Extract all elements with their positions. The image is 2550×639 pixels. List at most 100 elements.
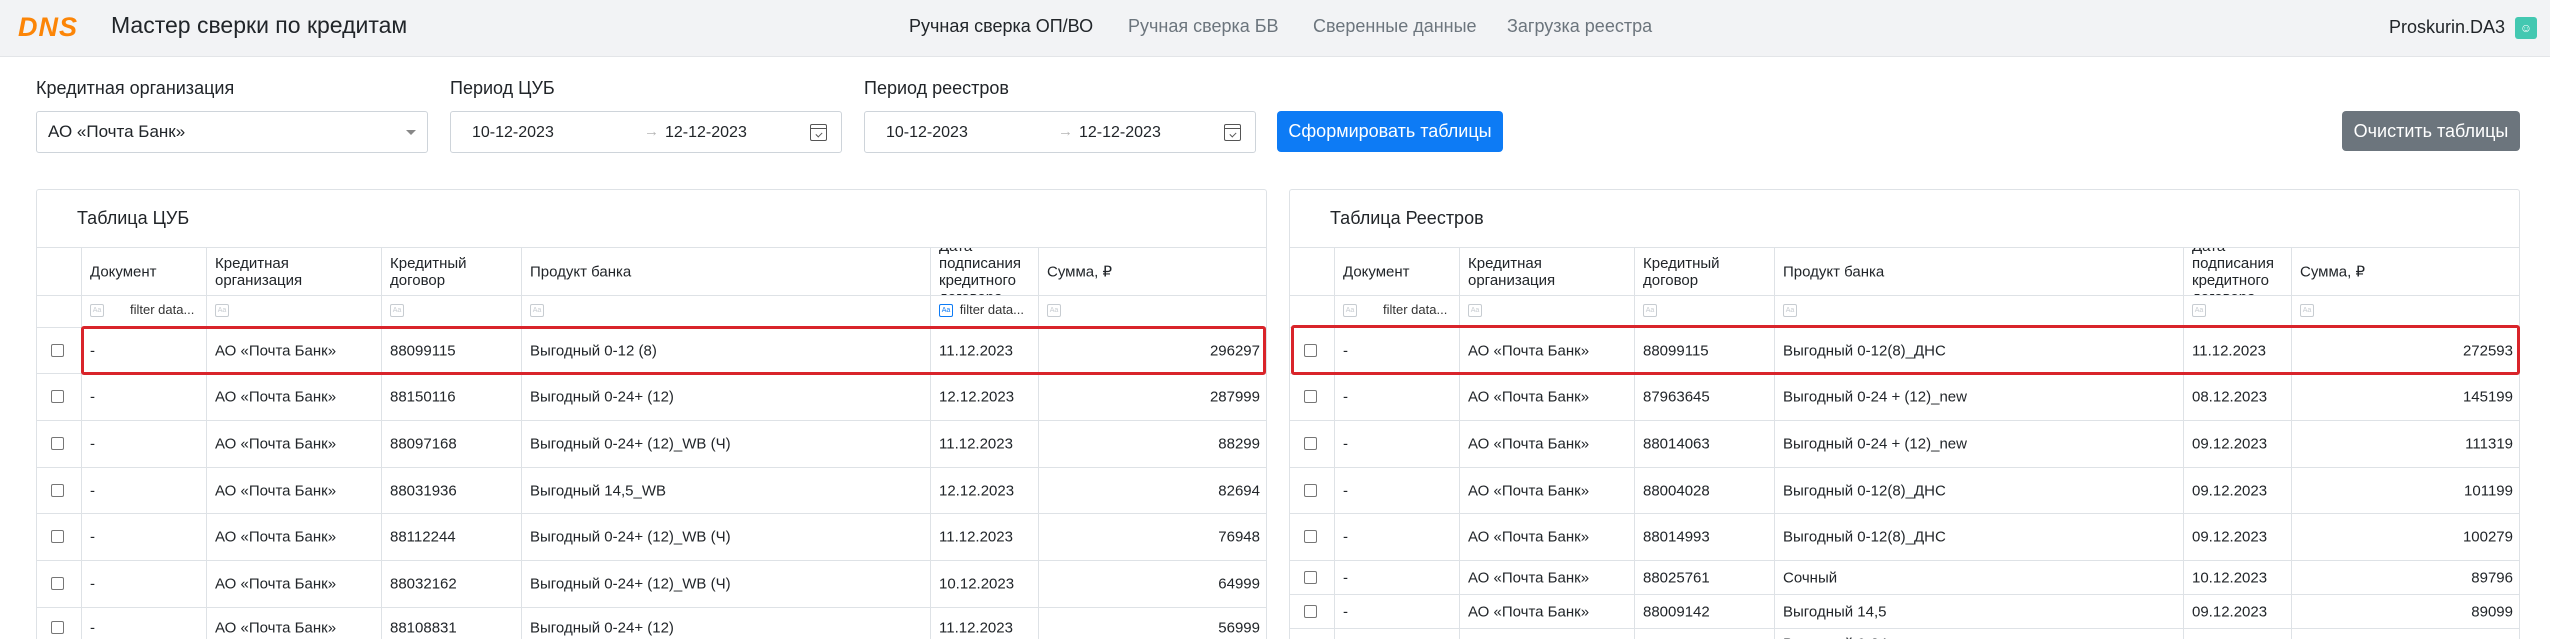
row-checkbox[interactable] [1304, 343, 1317, 357]
column-header[interactable]: Документ [1334, 248, 1459, 295]
filter-icon[interactable]: Aa [1783, 304, 1797, 317]
table-row[interactable]: - АО «Почта Банк» 87963645 Выгодный 0-24 + … [1290, 373, 2519, 420]
column-filter[interactable]: Aa [381, 296, 521, 327]
row-select-cell[interactable] [1290, 328, 1334, 373]
filter-placeholder[interactable]: filter data... [960, 302, 1024, 317]
cub-date-from[interactable]: 10-12-2023 [472, 124, 554, 142]
user-name[interactable]: Proskurin.DA3 [2389, 17, 2505, 38]
nav-upload-registry[interactable]: Загрузка реестра [1507, 16, 1652, 37]
column-header[interactable]: Кредитная организация [1459, 248, 1634, 295]
row-select-cell[interactable] [37, 374, 81, 420]
row-checkbox[interactable] [1304, 390, 1317, 403]
table-row[interactable]: - АО «Почта Банк» 88025761 Сочный 10.12.2023… [1290, 560, 2519, 594]
filter-icon[interactable]: Aa [1343, 304, 1357, 317]
table-row[interactable]: - АО «Почта Банк» 88099115 Выгодный 0-12(8)… [1290, 327, 2519, 373]
column-header[interactable]: Кредитный договор [381, 248, 521, 295]
filter-icon[interactable]: Aa [215, 304, 229, 317]
column-header[interactable]: Кредитный договор [1634, 248, 1774, 295]
filter-icon[interactable]: Aa [2300, 304, 2314, 317]
build-tables-button[interactable]: Сформировать таблицы [1277, 111, 1503, 152]
column-filter[interactable]: Aa filter data... [81, 296, 206, 327]
table-row[interactable]: - АО «Почта Банк» 88097168 Выгодный 0-24+ (… [37, 420, 1266, 467]
row-checkbox[interactable] [51, 577, 64, 590]
column-header[interactable]: Продукт банка [1774, 248, 2183, 295]
column-filter[interactable]: Aa [1774, 296, 2183, 327]
filter-placeholder[interactable]: filter data... [130, 302, 194, 317]
row-select-cell[interactable] [37, 328, 81, 373]
filter-icon[interactable]: Aa [939, 304, 953, 317]
row-select-cell[interactable] [37, 561, 81, 607]
filter-icon[interactable]: Aa [2192, 304, 2206, 317]
user-icon[interactable]: ☺ [2515, 17, 2537, 39]
row-checkbox[interactable] [51, 483, 64, 497]
nav-manual-bv[interactable]: Ручная сверка БВ [1128, 16, 1279, 37]
calendar-icon[interactable] [810, 124, 827, 141]
registry-date-to[interactable]: 12-12-2023 [1079, 124, 1161, 142]
column-filter[interactable]: Aa filter data... [930, 296, 1038, 327]
row-select-cell[interactable] [1290, 421, 1334, 467]
table-row[interactable]: - АО «Почта Банк» 88150116 Выгодный 0-24+ (… [37, 373, 1266, 420]
row-select-cell[interactable] [37, 421, 81, 467]
row-checkbox[interactable] [51, 390, 64, 403]
row-select-cell[interactable] [37, 468, 81, 513]
filter-icon[interactable]: Aa [390, 304, 404, 317]
column-header[interactable]: Сумма, ₽ [2291, 248, 2519, 295]
table-row[interactable]: - АО «Почта Банк» 88112244 Выгодный 0-24+ (… [37, 513, 1266, 560]
registry-date-from[interactable]: 10-12-2023 [886, 124, 968, 142]
table-row[interactable]: - АО «Почта Банк» 88099115 Выгодный 0-12 (8… [37, 327, 1266, 373]
table-row[interactable]: - АО «Почта Банк» 88004028 Выгодный 0-12(8)… [1290, 467, 2519, 513]
column-filter[interactable]: Aa [206, 296, 381, 327]
column-filter[interactable]: Aa [1038, 296, 1266, 327]
row-select-cell[interactable] [1290, 374, 1334, 420]
row-checkbox[interactable] [51, 620, 64, 634]
row-select-cell[interactable] [1290, 561, 1334, 594]
nav-reconciled-data[interactable]: Сверенные данные [1313, 16, 1477, 37]
row-checkbox[interactable] [1304, 437, 1317, 450]
table-row[interactable]: - АО «Почта Банк» 88014063 Выгодный 0-24 + … [1290, 420, 2519, 467]
column-filter[interactable]: Aa [1634, 296, 1774, 327]
cub-period-picker[interactable]: 10-12-2023 → 12-12-2023 [450, 111, 842, 153]
filter-icon[interactable]: Aa [1468, 304, 1482, 317]
row-checkbox[interactable] [1304, 530, 1317, 543]
filter-icon[interactable]: Aa [530, 304, 544, 317]
column-header[interactable]: Дата подписания кредитного договора [930, 248, 1038, 295]
filter-placeholder[interactable]: filter data... [1383, 302, 1447, 317]
table-row[interactable]: - АО «Почта Банк» 88014993 Выгодный 0-12(8)… [1290, 513, 2519, 560]
column-filter[interactable]: Aa [2183, 296, 2291, 327]
row-checkbox[interactable] [1304, 570, 1317, 584]
row-checkbox[interactable] [51, 530, 64, 543]
table-row[interactable]: - АО «Почта Банк» 88009142 Выгодный 14,5 09.… [1290, 594, 2519, 628]
row-select-cell[interactable] [1290, 468, 1334, 513]
row-checkbox[interactable] [51, 343, 64, 357]
row-select-cell[interactable] [1290, 514, 1334, 560]
table-row[interactable]: - АО «Почта Банк» 88108831 Выгодный 0-24+ (… [37, 607, 1266, 639]
column-filter[interactable]: Aa [1459, 296, 1634, 327]
row-select-cell[interactable] [1290, 629, 1334, 639]
filter-icon[interactable]: Aa [1643, 304, 1657, 317]
table-row[interactable]: - АО «Почта Банк» 88031936 Выгодный 14,5_WB… [37, 467, 1266, 513]
column-header[interactable]: Кредитная организация [206, 248, 381, 295]
calendar-icon[interactable] [1224, 124, 1241, 141]
row-checkbox[interactable] [1304, 483, 1317, 497]
clear-tables-button[interactable]: Очистить таблицы [2342, 111, 2520, 151]
registry-period-picker[interactable]: 10-12-2023 → 12-12-2023 [864, 111, 1256, 153]
row-checkbox[interactable] [51, 437, 64, 450]
column-filter[interactable]: Aa [521, 296, 930, 327]
column-filter[interactable]: Aa filter data... [1334, 296, 1459, 327]
table-row[interactable]: Выгодный 0-24 [1290, 628, 2519, 639]
org-select[interactable]: АО «Почта Банк» [36, 111, 428, 153]
filter-icon[interactable]: Aa [90, 304, 104, 317]
row-select-cell[interactable] [37, 514, 81, 560]
column-header[interactable]: Сумма, ₽ [1038, 248, 1266, 295]
nav-manual-op-vo[interactable]: Ручная сверка ОП/ВО [909, 16, 1093, 37]
row-select-cell[interactable] [1290, 595, 1334, 628]
table-row[interactable]: - АО «Почта Банк» 88032162 Выгодный 0-24+ (… [37, 560, 1266, 607]
filter-icon[interactable]: Aa [1047, 304, 1061, 317]
column-header[interactable]: Дата подписания кредитного договора [2183, 248, 2291, 295]
column-header[interactable]: Документ [81, 248, 206, 295]
row-select-cell[interactable] [37, 608, 81, 639]
dns-logo[interactable]: DNS [18, 12, 78, 43]
cub-date-to[interactable]: 12-12-2023 [665, 124, 747, 142]
column-header[interactable]: Продукт банка [521, 248, 930, 295]
column-filter[interactable]: Aa [2291, 296, 2519, 327]
